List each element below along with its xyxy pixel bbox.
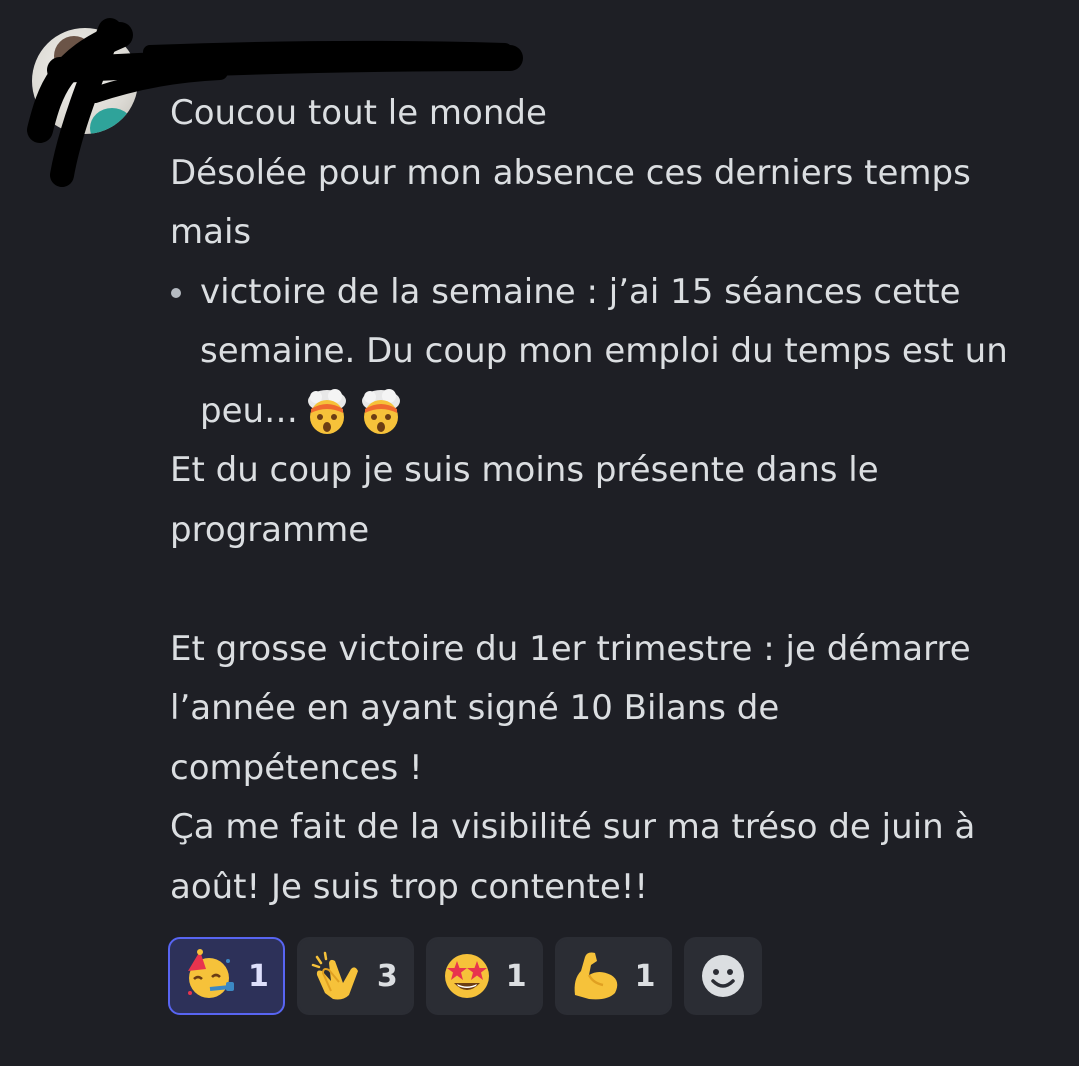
bullet-icon bbox=[171, 287, 181, 298]
avatar[interactable] bbox=[32, 28, 138, 134]
reaction-clapping-hands[interactable]: 3 bbox=[296, 937, 414, 1015]
reaction-flexed-biceps[interactable]: 1 bbox=[554, 937, 672, 1015]
exploding-head-emoji-icon[interactable] bbox=[302, 387, 352, 437]
exploding-head-emoji-icon[interactable] bbox=[356, 387, 406, 437]
bullet-line: victoire de la semaine : j’ai 15 séances… bbox=[200, 271, 961, 312]
bullet-line: semaine. Du coup mon emploi du temps est… bbox=[200, 331, 1008, 371]
message-line: Et grosse victoire du 1er trimestre : je… bbox=[170, 628, 971, 669]
message-line: l’année en ayant signé 10 Bilans de bbox=[170, 688, 780, 728]
clapping-hands-icon bbox=[311, 951, 358, 1000]
message-line: Coucou tout le monde bbox=[170, 93, 547, 133]
message-line: programme bbox=[170, 509, 370, 550]
message-content: Coucou tout le monde Désolée pour mon ab… bbox=[170, 84, 1050, 917]
bullet-line-text: peu… bbox=[200, 390, 299, 431]
message-line: août! Je suis trop contente!! bbox=[170, 866, 649, 907]
partying-face-icon bbox=[188, 949, 234, 998]
reaction-count: 1 bbox=[248, 958, 269, 994]
chat-message: Coucou tout le monde Désolée pour mon ab… bbox=[0, 0, 1079, 1066]
message-line: Désolée pour mon absence ces derniers te… bbox=[170, 152, 971, 193]
smiley-add-reaction-icon bbox=[701, 955, 744, 997]
message-line: compétences ! bbox=[170, 747, 423, 788]
flexed-biceps-icon bbox=[574, 952, 617, 1000]
reactions-bar: 1 3 1 1 bbox=[168, 937, 762, 1015]
message-line: Ça me fait de la visibilité sur ma tréso… bbox=[170, 807, 976, 847]
bullet-line-with-emoji: peu… bbox=[200, 382, 1050, 442]
reaction-star-struck[interactable]: 1 bbox=[425, 937, 543, 1015]
message-line: Et du coup je suis moins présente dans l… bbox=[170, 450, 879, 490]
message-line: mais bbox=[170, 212, 252, 252]
bullet-list-item: victoire de la semaine : j’ai 15 séances… bbox=[170, 263, 1050, 442]
reaction-count: 1 bbox=[634, 958, 656, 994]
avatar-hair-shape bbox=[54, 36, 94, 76]
add-reaction-button[interactable] bbox=[683, 937, 762, 1015]
star-struck-icon bbox=[444, 954, 489, 998]
reaction-count: 1 bbox=[505, 958, 527, 994]
reaction-count: 3 bbox=[376, 958, 398, 994]
reaction-partying-face[interactable]: 1 bbox=[168, 937, 285, 1015]
avatar-shirt-shape bbox=[90, 108, 134, 134]
